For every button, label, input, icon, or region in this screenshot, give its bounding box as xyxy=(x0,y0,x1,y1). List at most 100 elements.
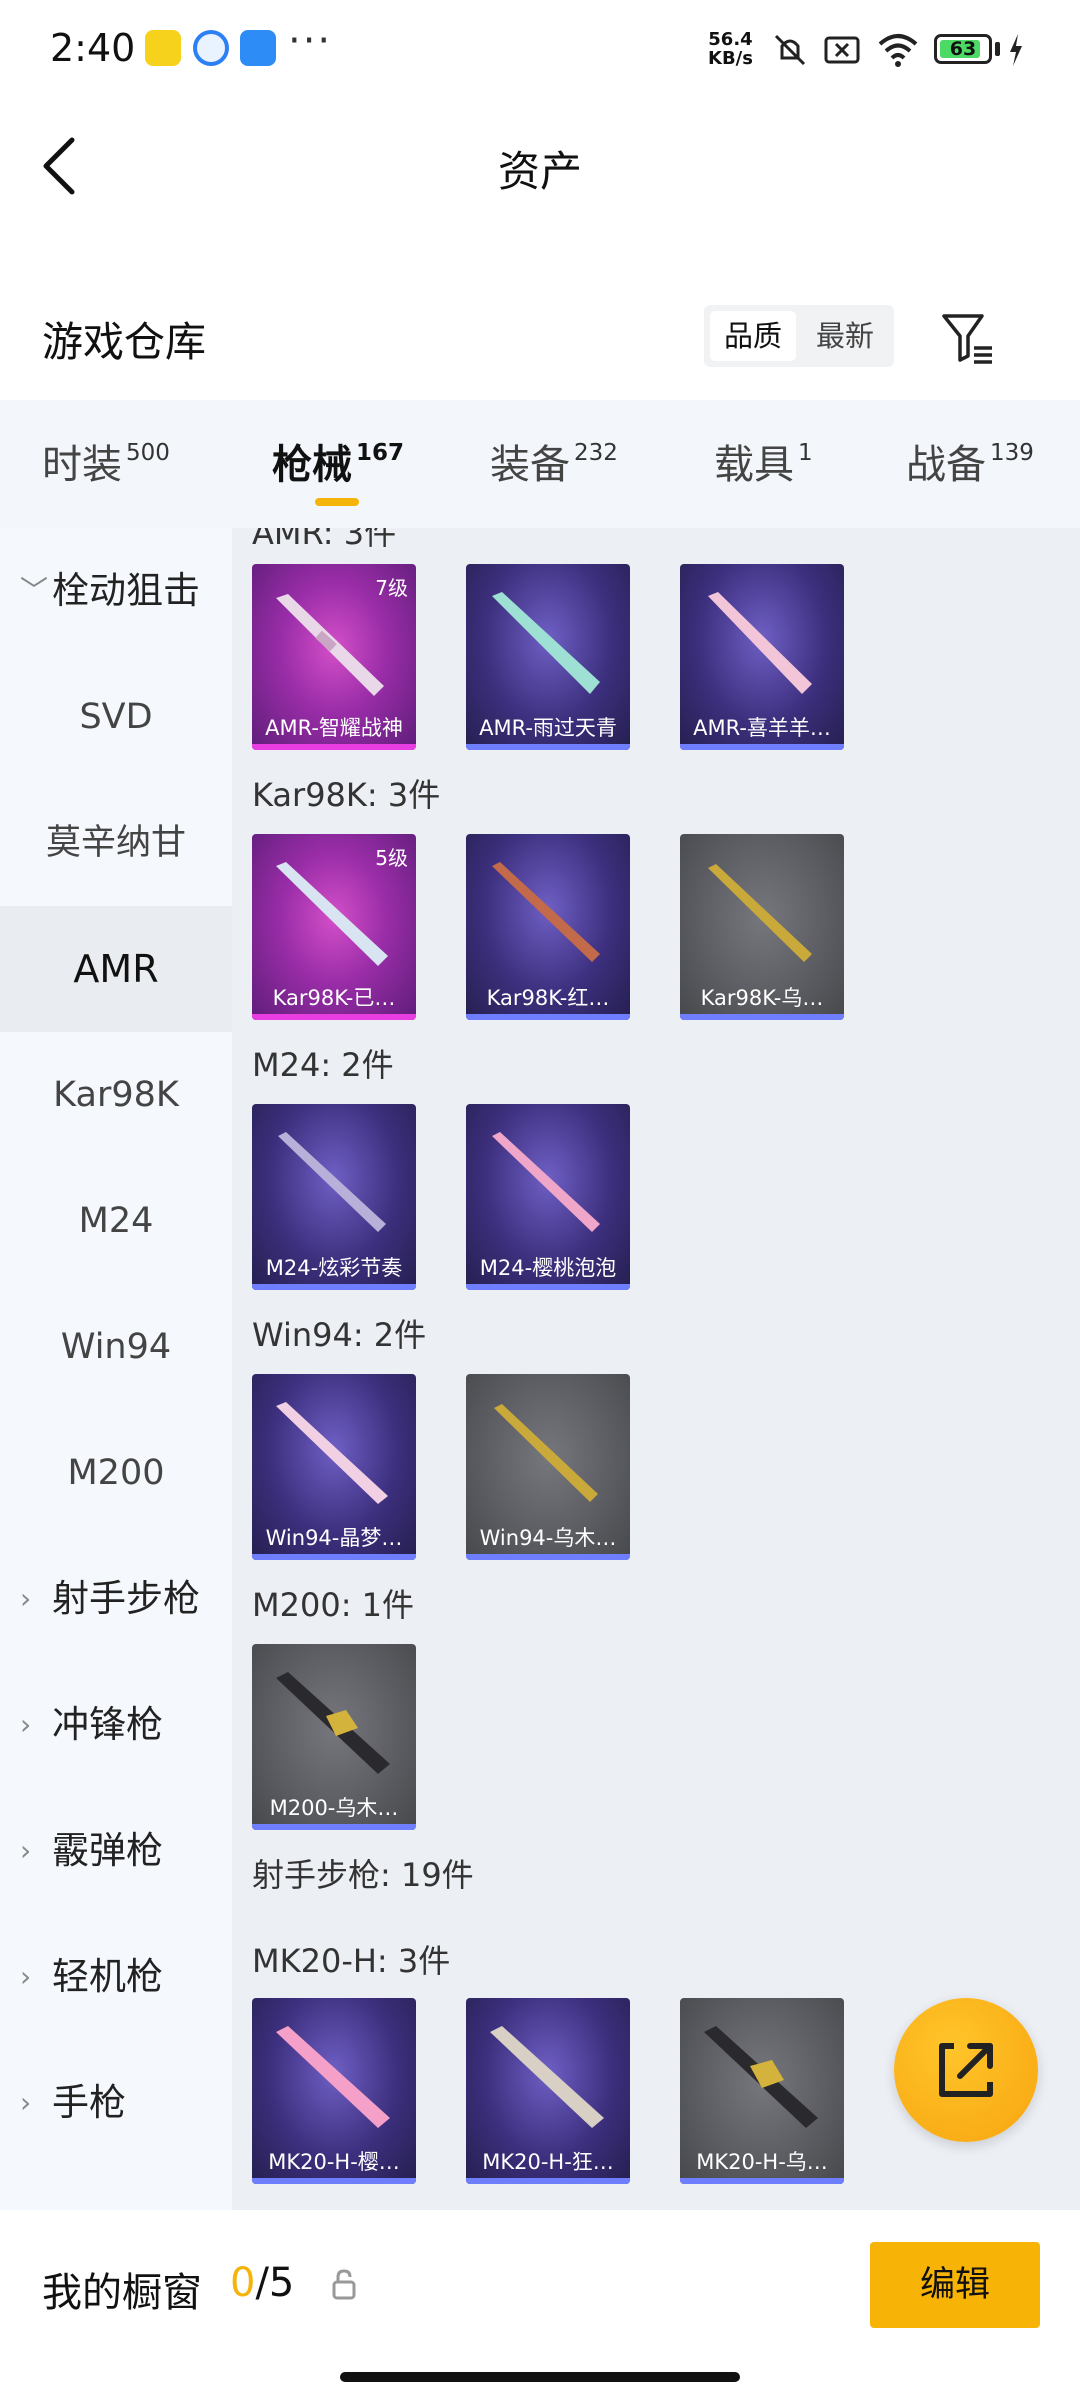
sidebar-item-pistol[interactable]: › 手枪 xyxy=(0,2040,232,2166)
rifle-icon xyxy=(276,594,384,696)
rifle-icon xyxy=(708,592,812,694)
tab-fashion[interactable]: 时装 500 xyxy=(42,432,170,490)
sidebar-item-m24[interactable]: M24 xyxy=(0,1158,232,1284)
skin-name: MK20-H-狂… xyxy=(482,2150,614,2174)
tab-supplies[interactable]: 战备 139 xyxy=(906,432,1034,490)
sidebar-item-marksman[interactable]: › 射手步枪 xyxy=(0,1536,232,1662)
group-label-m24: M24: 2件 xyxy=(252,1046,394,1084)
skin-name: MK20-H-乌… xyxy=(696,2150,828,2174)
group-label-mk20h: MK20-H: 3件 xyxy=(252,1942,451,1980)
rifle-icon xyxy=(492,592,600,694)
skin-name: M24-樱桃泡泡 xyxy=(479,1256,617,1280)
no-sim-icon xyxy=(824,36,860,64)
sort-by-quality[interactable]: 品质 xyxy=(710,311,796,361)
sidebar-item-shotgun[interactable]: › 霰弹枪 xyxy=(0,1788,232,1914)
skin-card[interactable]: Win94-乌木… xyxy=(466,1374,630,1560)
rifle-icon xyxy=(704,2026,818,2128)
rifle-icon xyxy=(708,864,812,962)
skin-card[interactable]: MK20-H-乌… xyxy=(680,1998,844,2184)
chevron-right-icon: › xyxy=(20,1834,32,1867)
group-label-win94: Win94: 2件 xyxy=(252,1316,427,1354)
rifle-icon xyxy=(492,862,600,962)
tab-guns[interactable]: 枪械 167 xyxy=(272,432,404,490)
battery-level: 63 xyxy=(949,38,977,60)
skin-name: Win94-晶梦… xyxy=(265,1526,403,1550)
skin-card[interactable]: MK20-H-樱… xyxy=(252,1998,416,2184)
skin-card[interactable]: Win94-晶梦… xyxy=(252,1374,416,1560)
sidebar-item-m200[interactable]: M200 xyxy=(0,1410,232,1536)
skin-card[interactable]: AMR-雨过天青 xyxy=(466,564,630,750)
rifle-icon xyxy=(490,2026,604,2128)
level-badge: 5级 xyxy=(375,846,408,870)
chevron-right-icon: › xyxy=(20,1582,32,1615)
skin-name: AMR-雨过天青 xyxy=(479,716,617,740)
skin-name: M200-乌木… xyxy=(269,1796,399,1820)
skin-card[interactable]: MK20-H-狂… xyxy=(466,1998,630,2184)
rifle-icon xyxy=(276,2026,390,2128)
rifle-icon xyxy=(494,1404,598,1502)
skin-name: Win94-乌木… xyxy=(479,1526,617,1550)
header: 资产 xyxy=(0,100,1080,240)
skin-name: MK20-H-樱… xyxy=(268,2150,400,2174)
weapon-type-sidebar: ﹀ 栓动狙击 SVD 莫辛纳甘 AMR Kar98K M24 Win94 M20… xyxy=(0,528,232,2210)
skin-name: M24-炫彩节奏 xyxy=(265,1256,403,1280)
warehouse-title: 游戏仓库 xyxy=(42,318,206,366)
tab-equipment[interactable]: 装备 232 xyxy=(490,432,618,490)
skin-card[interactable]: Kar98K-红… xyxy=(466,834,630,1020)
sidebar-item-svd[interactable]: SVD xyxy=(0,654,232,780)
sidebar-item-mosin[interactable]: 莫辛纳甘 xyxy=(0,780,232,906)
skin-card[interactable]: 7级 AMR-智耀战神 xyxy=(252,564,416,750)
lock-icon xyxy=(332,2269,356,2300)
sidebar-item-smg[interactable]: › 冲锋枪 xyxy=(0,1662,232,1788)
skin-card[interactable]: M24-樱桃泡泡 xyxy=(466,1104,630,1290)
group-label-marksman: 射手步枪: 19件 xyxy=(252,1856,474,1894)
skin-name: Kar98K-红… xyxy=(486,986,610,1010)
app-notification-icon-2 xyxy=(240,30,276,66)
rifle-icon xyxy=(276,1402,388,1504)
level-badge: 7级 xyxy=(375,576,408,600)
share-button[interactable] xyxy=(894,1998,1038,2142)
showcase-count: 0/5 xyxy=(230,2260,295,2306)
rifle-icon xyxy=(492,1132,600,1232)
sidebar-item-lmg[interactable]: › 轻机枪 xyxy=(0,1914,232,2040)
chevron-right-icon: › xyxy=(20,1960,32,1993)
skin-card[interactable]: AMR-喜羊羊… xyxy=(680,564,844,750)
sort-by-newest[interactable]: 最新 xyxy=(802,311,888,361)
skin-card[interactable]: M200-乌木… xyxy=(252,1644,416,1830)
skin-card[interactable]: M24-炫彩节奏 xyxy=(252,1104,416,1290)
chevron-right-icon: › xyxy=(20,1708,32,1741)
wifi-icon xyxy=(878,34,918,67)
skin-card[interactable]: 5级 Kar98K-已… xyxy=(252,834,416,1020)
app-notification-icon xyxy=(145,30,181,66)
share-icon xyxy=(939,2043,993,2097)
group-label-amr: AMR: 3件 xyxy=(252,528,397,552)
home-indicator[interactable] xyxy=(340,2372,740,2382)
mute-icon xyxy=(774,34,806,66)
sidebar-item-bolt-sniper[interactable]: ﹀ 栓动狙击 xyxy=(0,528,232,654)
showcase-label: 我的橱窗 xyxy=(42,2270,202,2316)
sidebar-item-kar98k[interactable]: Kar98K xyxy=(0,1032,232,1158)
skin-name: Kar98K-乌… xyxy=(700,986,824,1010)
skin-name: Kar98K-已… xyxy=(272,986,396,1010)
item-grid: AMR: 3件 7级 AMR-智耀战神 AMR-雨过天青 AMR-喜羊羊… Ka… xyxy=(232,528,1080,2210)
group-label-kar98k: Kar98K: 3件 xyxy=(252,776,441,814)
rifle-icon xyxy=(278,1132,386,1232)
status-bar: 2:40 ··· 56.4 KB/s 63 xyxy=(0,0,1080,100)
charging-icon xyxy=(1010,34,1022,66)
skin-card[interactable]: Kar98K-乌… xyxy=(680,834,844,1020)
sidebar-item-amr[interactable]: AMR xyxy=(0,906,232,1032)
page-title: 资产 xyxy=(497,147,582,196)
sidebar-item-win94[interactable]: Win94 xyxy=(0,1284,232,1410)
rifle-icon xyxy=(276,1672,390,1774)
skin-name: AMR-喜羊羊… xyxy=(693,716,831,740)
rifle-icon xyxy=(276,862,388,966)
browser-notification-icon xyxy=(193,30,229,66)
network-speed: 56.4 KB/s xyxy=(708,29,753,69)
group-label-m200: M200: 1件 xyxy=(252,1586,415,1624)
skin-name: AMR-智耀战神 xyxy=(265,716,403,740)
edit-button[interactable]: 编辑 xyxy=(870,2242,1040,2328)
category-tabs: 时装 500 枪械 167 装备 232 载具 1 战备 139 xyxy=(0,400,1080,528)
filter-icon[interactable] xyxy=(938,308,998,368)
tab-vehicles[interactable]: 载具 1 xyxy=(714,432,813,490)
chevron-right-icon: › xyxy=(20,2086,32,2119)
